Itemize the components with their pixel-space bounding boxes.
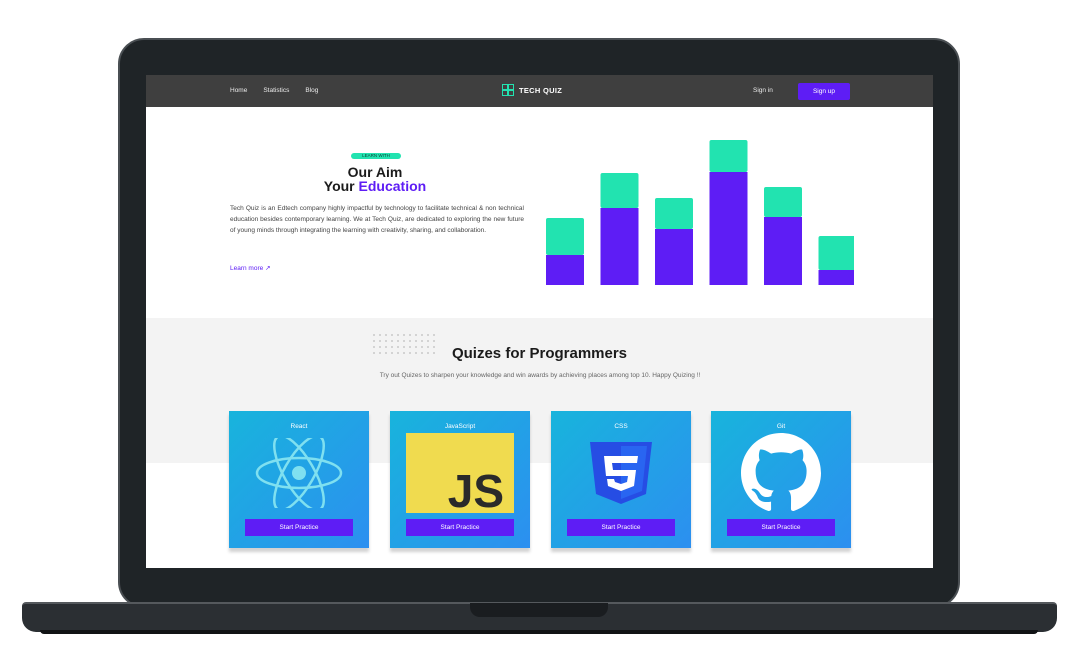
nav-blog-link[interactable]: Blog xyxy=(305,87,318,94)
hero-title-accent: Education xyxy=(358,178,427,194)
start-practice-button[interactable]: Start Practice xyxy=(406,519,514,536)
bar-segment-teal xyxy=(818,236,854,270)
quiz-card-title: Git xyxy=(776,423,786,430)
bar-segment-purple xyxy=(546,255,584,285)
brand-logo[interactable]: TECH QUIZ xyxy=(502,84,562,96)
bar-segment-purple xyxy=(600,208,639,285)
arrow-right-icon: ↗ xyxy=(265,265,271,272)
hero-description: Tech Quiz is an Edtech company highly im… xyxy=(230,205,524,234)
laptop-notch xyxy=(470,603,608,617)
nav-statistics-link[interactable]: Statistics xyxy=(263,87,289,94)
start-practice-button[interactable]: Start Practice xyxy=(727,519,835,536)
bar-segment-purple xyxy=(764,217,802,285)
hero-title-prefix: Your xyxy=(323,178,359,194)
navbar: Home Statistics Blog TECH QUIZ Sign in S… xyxy=(146,75,933,107)
quiz-section-title: Quizes for Programmers xyxy=(451,345,628,362)
javascript-icon: JS xyxy=(406,433,514,513)
stacked-bar-chart xyxy=(546,140,854,285)
hero-badge: LEARN WITH xyxy=(351,153,401,159)
quiz-card-css[interactable]: CSS Start Practice xyxy=(551,411,691,548)
signup-button[interactable]: Sign up xyxy=(798,83,850,100)
start-practice-button[interactable]: Start Practice xyxy=(245,519,353,536)
quiz-card-git[interactable]: Git Start Practice xyxy=(711,411,851,548)
laptop-foot xyxy=(40,630,1038,634)
hero-title-line2: Your Education xyxy=(260,179,490,193)
brand-name: TECH QUIZ xyxy=(519,85,563,95)
hero-title-line1: Our Aim xyxy=(347,164,403,180)
website-screen: Home Statistics Blog TECH QUIZ Sign in S… xyxy=(146,75,933,568)
quiz-card-title: React xyxy=(290,423,308,430)
quiz-card-title: JavaScript xyxy=(444,423,476,430)
quiz-section-subtitle: Try out Quizes to sharpen your knowledge… xyxy=(379,372,701,379)
grid-logo-icon xyxy=(502,84,514,96)
start-practice-button[interactable]: Start Practice xyxy=(567,519,675,536)
hero-title: Our Aim Your Education xyxy=(260,165,490,193)
bar-segment-purple xyxy=(818,270,854,285)
svg-text:JS: JS xyxy=(448,465,504,513)
nav-home-link[interactable]: Home xyxy=(230,87,247,94)
signin-link[interactable]: Sign in xyxy=(753,87,773,94)
quiz-card-react[interactable]: React Start Practice xyxy=(229,411,369,548)
quiz-card-title: CSS xyxy=(614,423,628,430)
quiz-card-javascript[interactable]: JavaScript JS Start Practice xyxy=(390,411,530,548)
learn-more-label: Learn more xyxy=(230,265,264,272)
bar-segment-teal xyxy=(546,218,584,255)
learn-more-link[interactable]: Learn more ↗ xyxy=(230,264,271,272)
bar-segment-teal xyxy=(709,140,748,172)
nav-links: Home Statistics Blog xyxy=(230,87,318,94)
css3-icon xyxy=(567,433,675,513)
bar-segment-teal xyxy=(764,187,802,217)
bar-segment-teal xyxy=(600,173,639,208)
github-icon xyxy=(727,433,835,513)
react-icon xyxy=(245,433,353,513)
bar-segment-purple xyxy=(709,172,748,285)
bar-segment-purple xyxy=(655,229,693,285)
bar-segment-teal xyxy=(655,198,693,229)
